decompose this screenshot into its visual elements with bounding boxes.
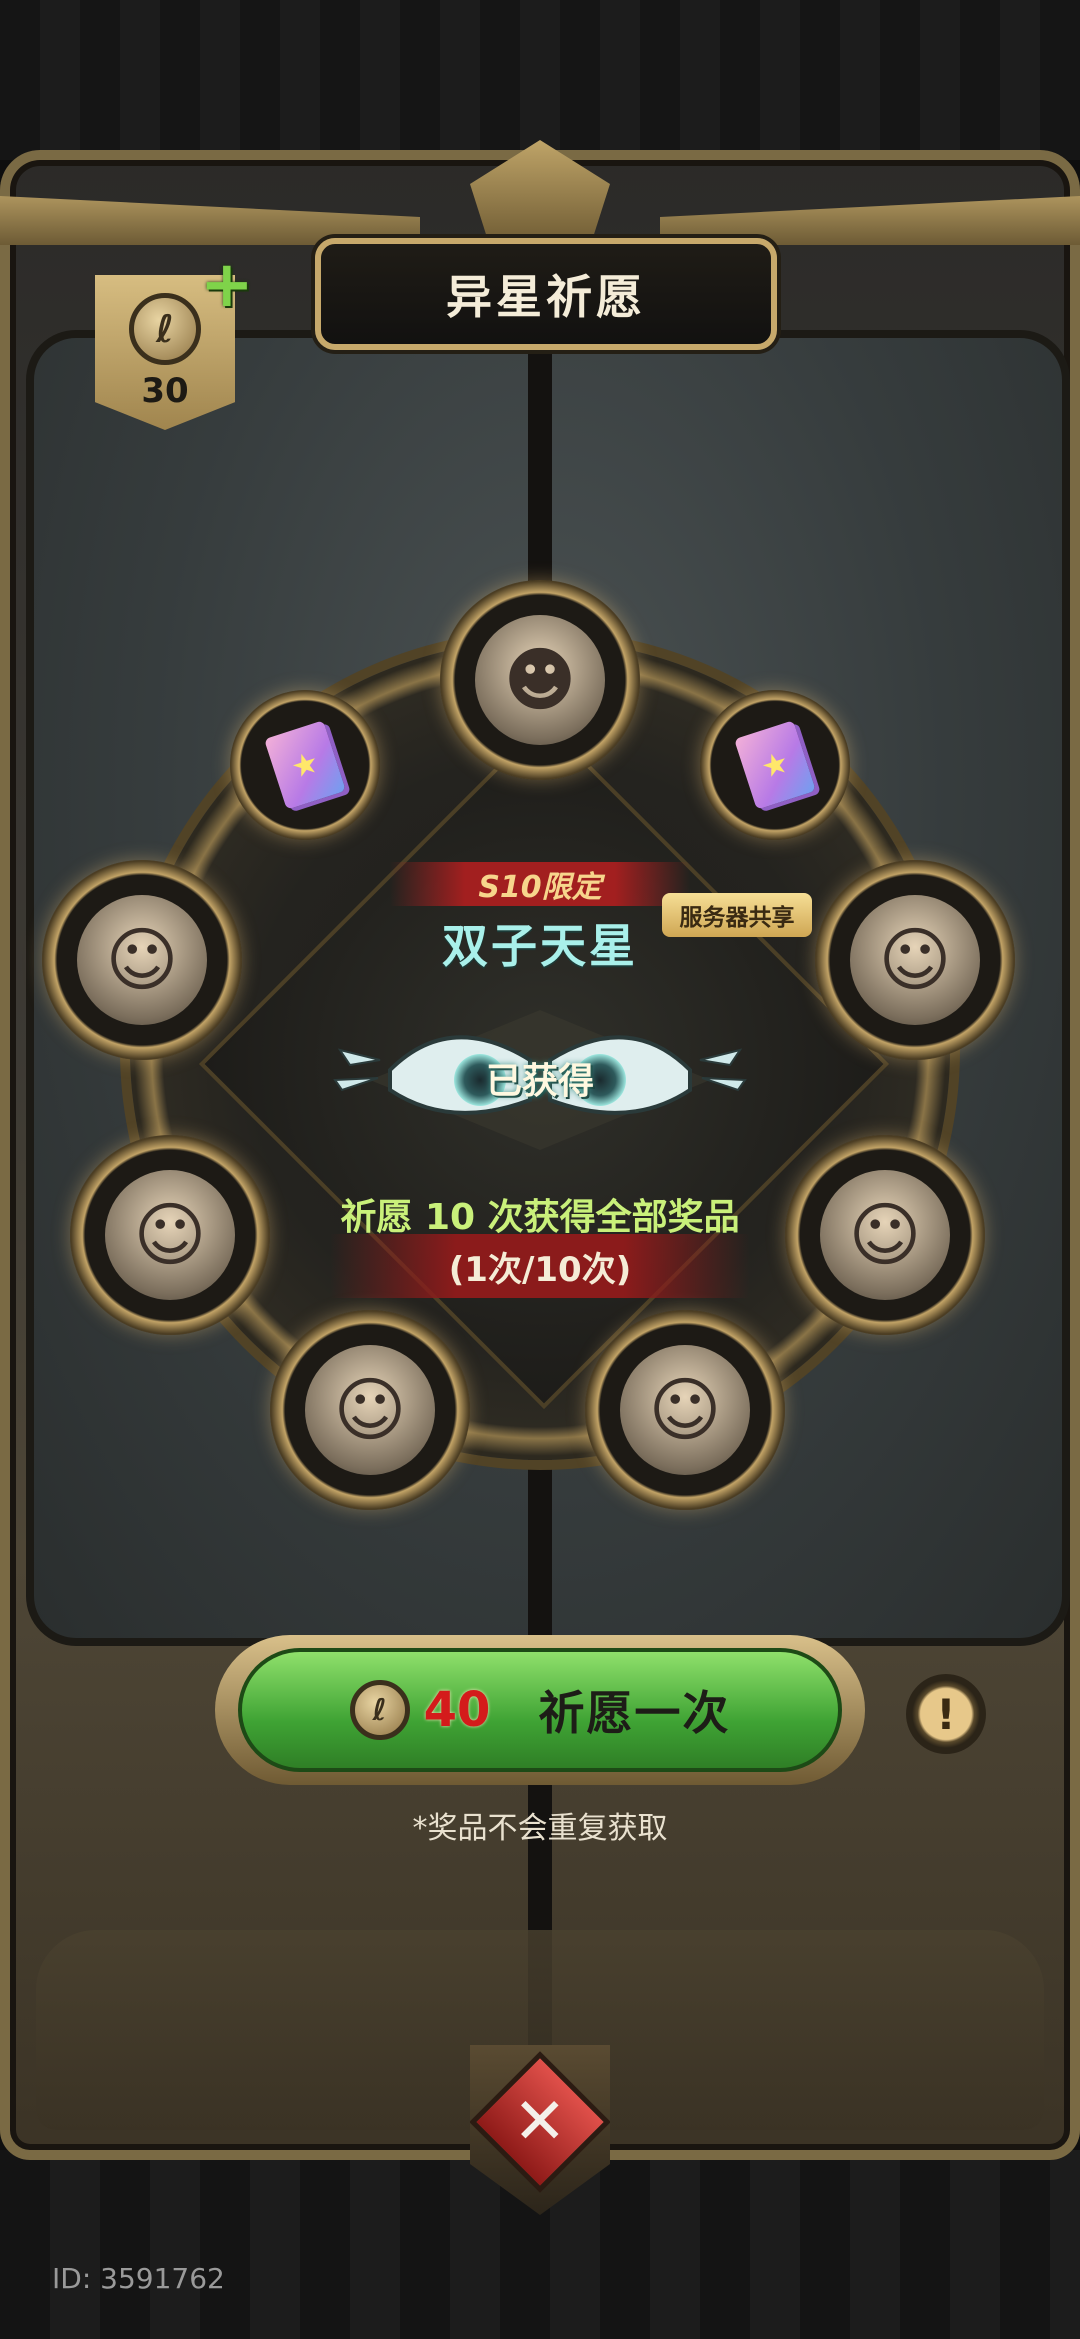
character-portrait-icon: ☺ [105, 1170, 235, 1300]
card-pack-icon: ★ [264, 720, 346, 810]
prize-slot-top[interactable]: ☻ [440, 580, 640, 780]
character-portrait-icon: ☺ [77, 895, 207, 1025]
close-gem: ✕ [476, 2058, 604, 2186]
pray-progress-count: (1次/10次) [448, 1250, 632, 1290]
pray-button-label: 祈愿一次 [538, 1686, 731, 1740]
no-duplicate-note: *奖品不会重复获取 [412, 1811, 668, 1846]
info-icon[interactable]: ! [906, 1674, 986, 1754]
prize-slot-left-1[interactable]: ☺ [42, 860, 242, 1060]
character-portrait-icon: ☺ [820, 1170, 950, 1300]
pray-hint: 祈愿 10 次获得全部奖品 [340, 1197, 740, 1238]
prize-slot-card-left[interactable]: ★ [230, 690, 380, 840]
wish-coin-icon: ℓ [129, 293, 201, 365]
page-title: 异星祈愿 [315, 238, 777, 350]
limited-label: S10限定 [478, 870, 602, 905]
close-icon: ✕ [513, 2085, 567, 2159]
pray-once-button[interactable]: ℓ 40 祈愿一次 [238, 1648, 842, 1772]
prize-slot-left-2[interactable]: ☺ [70, 1135, 270, 1335]
card-pack-icon: ★ [734, 720, 816, 810]
currency-count: 30 [141, 371, 189, 411]
prize-slot-bottom-left[interactable]: ☺ [270, 1310, 470, 1510]
character-portrait-icon: ☺ [620, 1345, 750, 1475]
card-pack-slot: ★ [257, 717, 353, 813]
grand-prize-name: 双子天星 [442, 919, 638, 973]
prize-slot-bottom-right[interactable]: ☺ [585, 1310, 785, 1510]
prize-slot-right-1[interactable]: ☺ [815, 860, 1015, 1060]
character-portrait-icon: ☺ [305, 1345, 435, 1475]
wish-coin-icon: ℓ [349, 1680, 410, 1740]
card-pack-slot: ★ [727, 717, 823, 813]
page-title-text: 异星祈愿 [446, 270, 646, 324]
pray-cost: 40 [423, 1682, 491, 1738]
obtained-label: 已获得 [485, 1061, 594, 1102]
user-id: ID: 3591762 [52, 2262, 225, 2295]
add-currency-icon[interactable]: + [200, 253, 254, 317]
prize-slot-right-2[interactable]: ☺ [785, 1135, 985, 1335]
top-background [0, 0, 1080, 160]
prize-slot-card-right[interactable]: ★ [700, 690, 850, 840]
limited-banner: S10限定 [390, 862, 690, 906]
character-portrait-icon: ☻ [475, 615, 605, 745]
character-portrait-icon: ☺ [850, 895, 980, 1025]
server-shared-tag: 服务器共享 [662, 893, 812, 937]
